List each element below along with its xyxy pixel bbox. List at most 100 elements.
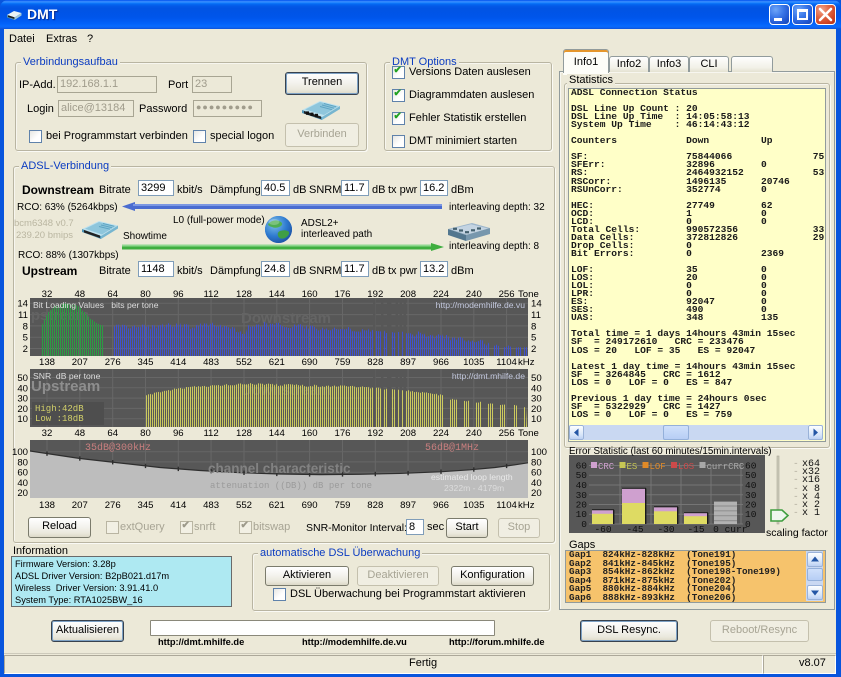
svg-text:2322m - 4179m: 2322m - 4179m [444, 483, 504, 493]
svg-text:60: 60 [576, 461, 588, 472]
svg-text:40: 40 [745, 480, 757, 491]
svg-text:10: 10 [745, 509, 757, 520]
svg-text:14: 14 [531, 299, 542, 310]
svg-text:32: 32 [42, 428, 53, 438]
svg-text:Bit Loading Values bits per: Bit Loading Values bits per tone [33, 300, 159, 310]
svg-text:160: 160 [302, 428, 318, 438]
svg-text:attenuation ((DB)) dB per ton: attenuation ((DB)) dB per tone [210, 481, 372, 491]
svg-text:SNR dB per tone: SNR dB per tone [33, 371, 101, 381]
svg-text:0: 0 [581, 519, 587, 530]
svg-text:176: 176 [334, 428, 350, 438]
svg-text:CRC: CRC [598, 462, 615, 472]
svg-text:690: 690 [302, 357, 318, 367]
svg-text:50: 50 [576, 470, 588, 481]
svg-text:8: 8 [531, 321, 536, 332]
svg-text:10: 10 [576, 509, 588, 520]
svg-text:-: - [793, 507, 799, 518]
svg-text:32: 32 [42, 289, 53, 299]
svg-text:828: 828 [367, 500, 383, 510]
svg-text:-45: -45 [626, 524, 643, 533]
svg-text:Downstream: Downstream [241, 310, 331, 327]
svg-text:128: 128 [236, 428, 252, 438]
svg-text:192: 192 [367, 289, 383, 299]
svg-text:64: 64 [107, 428, 118, 438]
svg-text:96: 96 [173, 428, 184, 438]
svg-text:LOF: LOF [650, 462, 666, 472]
svg-text:20: 20 [531, 488, 542, 498]
svg-text:207: 207 [72, 357, 88, 367]
svg-text:224: 224 [433, 289, 450, 299]
svg-text:966: 966 [433, 500, 449, 510]
svg-text:1104: 1104 [496, 500, 517, 510]
svg-text:50: 50 [745, 470, 757, 481]
svg-text:-60: -60 [594, 524, 611, 533]
svg-text:http://modemhilfe.de.vu: http://modemhilfe.de.vu [436, 300, 526, 310]
svg-text:897: 897 [400, 357, 416, 367]
svg-text:414: 414 [170, 500, 187, 510]
svg-text:curr: curr [725, 524, 748, 533]
svg-text:207: 207 [72, 500, 88, 510]
svg-text:kHz: kHz [518, 357, 535, 367]
svg-text:192: 192 [367, 428, 383, 438]
svg-text:483: 483 [203, 357, 219, 367]
svg-text:5: 5 [23, 333, 28, 344]
svg-text:138: 138 [39, 500, 55, 510]
svg-text:64: 64 [107, 289, 118, 299]
svg-text:-15: -15 [687, 524, 704, 533]
svg-text:80: 80 [140, 289, 151, 299]
svg-text:ES: ES [627, 462, 638, 472]
svg-text:http://dmt.mhilfe.de: http://dmt.mhilfe.de [452, 371, 525, 381]
svg-text:10: 10 [17, 414, 28, 425]
svg-text:414: 414 [170, 357, 187, 367]
svg-text:80: 80 [140, 428, 151, 438]
svg-text:112: 112 [203, 289, 218, 299]
svg-text:60: 60 [745, 461, 757, 472]
svg-text:20: 20 [576, 500, 588, 511]
svg-text:345: 345 [137, 357, 153, 367]
svg-text:35dB@300kHz: 35dB@300kHz [85, 442, 151, 454]
svg-text:112: 112 [203, 428, 218, 438]
svg-text:14: 14 [17, 299, 28, 310]
svg-text:11: 11 [531, 310, 541, 321]
svg-text:channel characteristic: channel characteristic [208, 461, 351, 476]
svg-text:30: 30 [576, 490, 588, 501]
svg-text:966: 966 [433, 357, 449, 367]
svg-text:897: 897 [400, 500, 416, 510]
svg-text:-30: -30 [657, 524, 674, 533]
svg-text:2: 2 [531, 344, 536, 355]
svg-text:Tone: Tone [518, 428, 539, 438]
svg-text:5: 5 [531, 333, 536, 344]
svg-text:2: 2 [23, 344, 28, 355]
svg-text:20: 20 [17, 488, 28, 498]
svg-text:208: 208 [400, 428, 416, 438]
svg-text:128: 128 [236, 289, 252, 299]
svg-text:345: 345 [137, 500, 153, 510]
svg-text:30: 30 [745, 490, 757, 501]
svg-text:144: 144 [269, 428, 286, 438]
svg-text:144: 144 [269, 289, 286, 299]
svg-text:759: 759 [334, 500, 350, 510]
svg-text:Low :18dB: Low :18dB [35, 414, 84, 424]
svg-text:483: 483 [203, 500, 219, 510]
svg-text:240: 240 [466, 428, 482, 438]
svg-text:estimated loop length: estimated loop length [431, 472, 513, 482]
svg-text:10: 10 [531, 414, 542, 425]
svg-text:LOS: LOS [678, 462, 694, 472]
svg-text:56dB@1MHz: 56dB@1MHz [425, 442, 479, 454]
svg-text:240: 240 [466, 289, 482, 299]
svg-text:224: 224 [433, 428, 450, 438]
svg-text:621: 621 [269, 500, 285, 510]
svg-text:1035: 1035 [463, 357, 484, 367]
svg-text:276: 276 [105, 357, 121, 367]
svg-text:621: 621 [269, 357, 285, 367]
svg-text:1035: 1035 [463, 500, 484, 510]
svg-text:48: 48 [74, 289, 85, 299]
svg-text:0: 0 [713, 524, 719, 533]
svg-text:48: 48 [74, 428, 85, 438]
svg-text:kHz: kHz [518, 500, 535, 510]
svg-text:690: 690 [302, 500, 318, 510]
svg-text:96: 96 [173, 289, 184, 299]
svg-text:138: 138 [39, 357, 55, 367]
svg-text:208: 208 [400, 289, 416, 299]
svg-text:276: 276 [105, 500, 121, 510]
